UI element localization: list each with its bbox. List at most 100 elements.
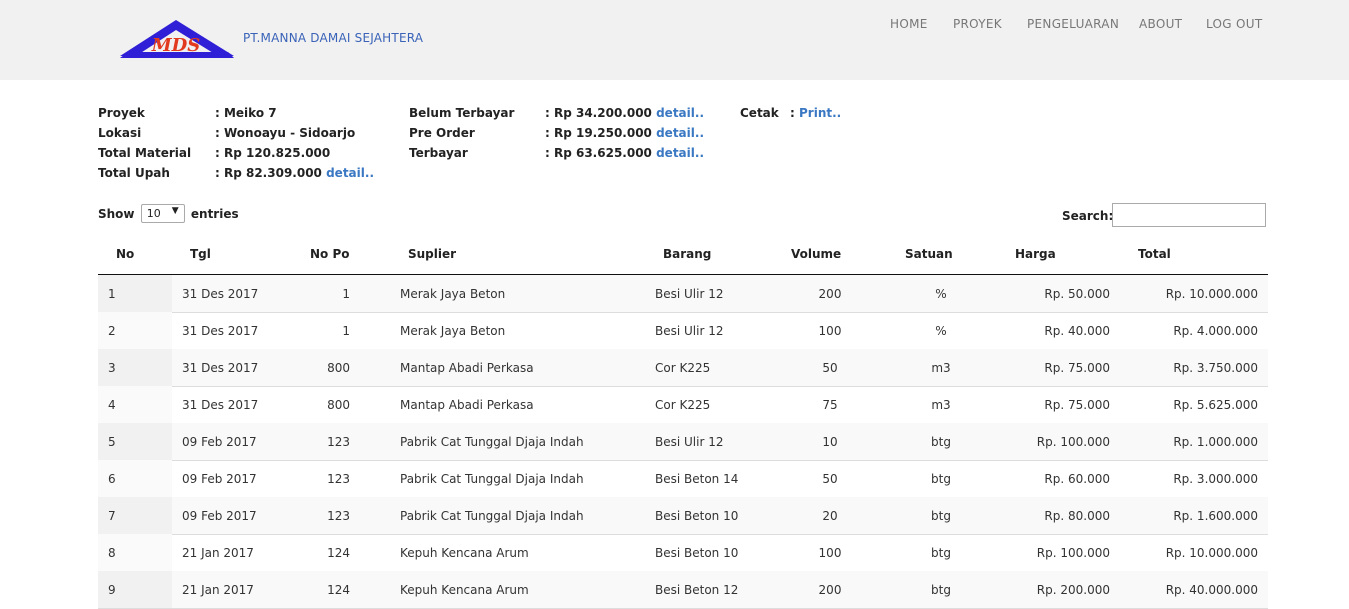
cell-barang: Besi Beton 12 xyxy=(655,583,739,597)
cell-volume: 10 xyxy=(822,435,838,449)
cell-suplier: Merak Jaya Beton xyxy=(400,287,506,301)
table-row[interactable]: 8 21 Jan 2017 124 Kepuh Kencana Arum Besi Be… xyxy=(98,534,1268,572)
cell-tgl: 31 Des 2017 xyxy=(182,398,259,412)
col-harga[interactable]: Harga xyxy=(1015,247,1056,261)
table-row[interactable]: 1 31 Des 2017 1 Merak Jaya Beton Besi Ulir 1… xyxy=(98,275,1268,313)
cell-barang: Besi Ulir 12 xyxy=(655,435,724,449)
search-label: Search: xyxy=(1062,209,1114,223)
cell-harga: Rp. 60.000 xyxy=(1044,472,1110,486)
cell-no: 6 xyxy=(108,472,116,486)
cell-barang: Cor K225 xyxy=(655,361,711,375)
col-nopo[interactable]: No Po xyxy=(310,247,350,261)
cell-barang: Besi Beton 10 xyxy=(655,546,739,560)
proyek-label: Proyek xyxy=(98,106,145,120)
cell-total: Rp. 3.750.000 xyxy=(1173,361,1258,375)
cell-volume: 20 xyxy=(822,509,838,523)
upah-detail-link[interactable]: detail.. xyxy=(326,166,374,180)
cell-tgl: 31 Des 2017 xyxy=(182,324,259,338)
table-row[interactable]: 2 31 Des 2017 1 Merak Jaya Beton Besi Ulir 1… xyxy=(98,312,1268,350)
nav-proyek[interactable]: PROYEK xyxy=(953,17,1002,31)
table-row[interactable]: 5 09 Feb 2017 123 Pabrik Cat Tunggal Djaja … xyxy=(98,423,1268,461)
terbayar-detail-link[interactable]: detail.. xyxy=(656,146,704,160)
cell-nopo: 123 xyxy=(327,472,350,486)
cetak-label: Cetak xyxy=(740,106,779,120)
cell-volume: 200 xyxy=(818,583,842,597)
cell-suplier: Pabrik Cat Tunggal Djaja Indah xyxy=(400,472,584,486)
cell-total: Rp. 10.000.000 xyxy=(1165,287,1258,301)
col-satuan[interactable]: Satuan xyxy=(905,247,953,261)
entries-select[interactable]: 10 ▼ xyxy=(140,204,185,223)
cell-satuan: btg xyxy=(931,509,951,523)
terbayar-label: Terbayar xyxy=(409,146,468,160)
cell-total: Rp. 5.625.000 xyxy=(1173,398,1258,412)
table-row[interactable]: 4 31 Des 2017 800 Mantap Abadi Perkasa Cor K… xyxy=(98,386,1268,424)
col-total[interactable]: Total xyxy=(1138,247,1171,261)
top-navbar: MDS PT.MANNA DAMAI SEJAHTERA HOME PROYEK… xyxy=(0,0,1349,80)
cell-no: 1 xyxy=(108,287,116,301)
pre-order-row: : Rp 19.250.000 detail.. xyxy=(545,126,704,140)
col-tgl[interactable]: Tgl xyxy=(190,247,211,261)
table-row[interactable]: 9 21 Jan 2017 124 Kepuh Kencana Arum Besi Be… xyxy=(98,571,1268,609)
cell-satuan: btg xyxy=(931,546,951,560)
cell-satuan: m3 xyxy=(931,398,951,412)
nav-about[interactable]: ABOUT xyxy=(1139,17,1182,31)
nav-pengeluaran[interactable]: PENGELUARAN xyxy=(1027,17,1119,31)
cell-satuan: btg xyxy=(931,435,951,449)
cell-tgl: 09 Feb 2017 xyxy=(182,472,257,486)
cell-nopo: 800 xyxy=(327,361,350,375)
table-row[interactable]: 3 31 Des 2017 800 Mantap Abadi Perkasa Cor K… xyxy=(98,349,1268,387)
col-suplier[interactable]: Suplier xyxy=(408,247,456,261)
logo-text: MDS xyxy=(151,35,201,56)
cell-total: Rp. 4.000.000 xyxy=(1173,324,1258,338)
total-upah-label: Total Upah xyxy=(98,166,170,180)
chevron-down-icon: ▼ xyxy=(171,206,179,216)
cell-suplier: Pabrik Cat Tunggal Djaja Indah xyxy=(400,509,584,523)
cell-nopo: 1 xyxy=(342,324,350,338)
cell-total: Rp. 1.600.000 xyxy=(1173,509,1258,523)
total-upah-row: : Rp 82.309.000 detail.. xyxy=(215,166,374,180)
belum-detail-link[interactable]: detail.. xyxy=(656,106,704,120)
cell-volume: 50 xyxy=(822,361,838,375)
total-upah-value: : Rp 82.309.000 xyxy=(215,166,322,180)
cell-harga: Rp. 200.000 xyxy=(1036,583,1110,597)
cell-nopo: 1 xyxy=(342,287,350,301)
col-barang[interactable]: Barang xyxy=(663,247,711,261)
pre-order-label: Pre Order xyxy=(409,126,475,140)
belum-terbayar-value: : Rp 34.200.000 xyxy=(545,106,652,120)
col-volume[interactable]: Volume xyxy=(791,247,841,261)
nav-logout[interactable]: LOG OUT xyxy=(1206,17,1262,31)
cell-nopo: 123 xyxy=(327,435,350,449)
cell-no: 2 xyxy=(108,324,116,338)
col-no[interactable]: No xyxy=(116,247,134,261)
cell-total: Rp. 1.000.000 xyxy=(1173,435,1258,449)
table-row[interactable]: 7 09 Feb 2017 123 Pabrik Cat Tunggal Djaja … xyxy=(98,497,1268,535)
table-row[interactable]: 6 09 Feb 2017 123 Pabrik Cat Tunggal Djaja … xyxy=(98,460,1268,498)
cell-volume: 100 xyxy=(818,324,842,338)
nav-home[interactable]: HOME xyxy=(890,17,928,31)
cell-volume: 75 xyxy=(822,398,838,412)
cell-suplier: Mantap Abadi Perkasa xyxy=(400,361,534,375)
cell-harga: Rp. 75.000 xyxy=(1044,361,1110,375)
cell-total: Rp. 40.000.000 xyxy=(1165,583,1258,597)
belum-terbayar-label: Belum Terbayar xyxy=(409,106,515,120)
cell-tgl: 09 Feb 2017 xyxy=(182,509,257,523)
cell-nopo: 124 xyxy=(327,583,350,597)
search-input[interactable] xyxy=(1112,203,1266,227)
cell-volume: 100 xyxy=(818,546,842,560)
cell-tgl: 31 Des 2017 xyxy=(182,287,259,301)
pre-order-detail-link[interactable]: detail.. xyxy=(656,126,704,140)
table-header: No Tgl No Po Suplier Barang Volume Satua… xyxy=(98,237,1268,276)
print-link[interactable]: Print.. xyxy=(799,106,841,120)
cell-nopo: 123 xyxy=(327,509,350,523)
cell-satuan: m3 xyxy=(931,361,951,375)
cell-satuan: btg xyxy=(931,583,951,597)
cell-barang: Besi Beton 14 xyxy=(655,472,739,486)
terbayar-value: : Rp 63.625.000 xyxy=(545,146,652,160)
entries-label: entries xyxy=(190,207,239,221)
proyek-value: : Meiko 7 xyxy=(215,106,277,120)
lokasi-label: Lokasi xyxy=(98,126,142,140)
cell-tgl: 21 Jan 2017 xyxy=(182,546,254,560)
cell-barang: Besi Ulir 12 xyxy=(655,287,724,301)
cell-harga: Rp. 40.000 xyxy=(1044,324,1110,338)
cell-total: Rp. 10.000.000 xyxy=(1165,546,1258,560)
